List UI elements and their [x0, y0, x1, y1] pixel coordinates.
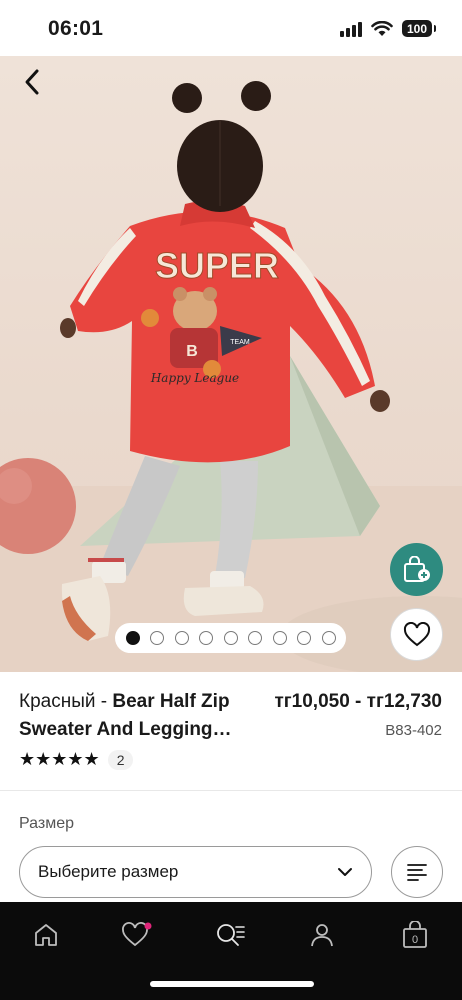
add-to-bag-button[interactable]	[390, 543, 443, 596]
carousel-dot[interactable]	[199, 631, 213, 645]
product-info: Красный - Bear Half Zip Sweater And Legg…	[0, 672, 462, 792]
carousel-dot[interactable]	[272, 631, 287, 645]
size-guide-button[interactable]	[391, 846, 443, 898]
bag-count: 0	[412, 934, 418, 946]
size-label: Размер	[19, 815, 74, 832]
carousel-dots	[115, 623, 346, 653]
wifi-icon	[371, 20, 393, 36]
product-image-carousel[interactable]: SUPER B TEAM Happy League	[0, 56, 462, 672]
heart-icon	[403, 621, 430, 646]
home-icon	[35, 924, 57, 946]
favorites-badge	[144, 922, 152, 930]
user-icon	[311, 924, 333, 947]
carousel-dot[interactable]	[297, 631, 311, 645]
add-to-favorites-button[interactable]	[390, 608, 443, 661]
status-bar: 06:01 100	[0, 0, 462, 56]
back-button[interactable]	[14, 64, 50, 100]
size-select[interactable]: Выберите размер	[19, 846, 372, 898]
carousel-dot[interactable]	[321, 631, 336, 645]
carousel-dot[interactable]	[223, 631, 238, 645]
product-sku: B83-402	[385, 722, 442, 739]
print-script: Happy League	[150, 371, 239, 385]
star-rating-icon: ★★★★★	[19, 749, 100, 769]
status-icons: 100	[340, 20, 436, 37]
print-pennant: TEAM	[230, 339, 250, 346]
heart-icon	[122, 922, 152, 947]
carousel-dot[interactable]	[125, 631, 140, 645]
product-title[interactable]: Красный - Bear Half Zip Sweater And Legg…	[19, 688, 259, 744]
bag-plus-icon	[403, 555, 430, 582]
search-icon	[217, 924, 245, 946]
signal-icon	[340, 21, 362, 37]
bag-icon: 0	[403, 921, 427, 948]
home-indicator	[150, 981, 314, 987]
nav-home[interactable]	[26, 918, 66, 952]
chevron-left-icon	[25, 69, 39, 95]
carousel-dot[interactable]	[248, 631, 262, 645]
nav-search[interactable]	[210, 918, 250, 952]
review-count: 2	[107, 749, 134, 770]
divider	[0, 790, 462, 791]
product-color: Красный -	[19, 691, 113, 712]
product-rating[interactable]: ★★★★★ 2	[19, 749, 134, 770]
print-badge: B	[186, 343, 198, 360]
chevron-down-icon	[338, 868, 352, 876]
carousel-dot[interactable]	[174, 631, 189, 645]
battery-level: 100	[406, 21, 428, 36]
nav-favorites[interactable]	[117, 918, 157, 952]
nav-account[interactable]	[302, 918, 342, 952]
print-super: SUPER	[155, 245, 279, 286]
product-price: тг10,050 - тг12,730	[274, 691, 442, 712]
size-select-placeholder: Выберите размер	[38, 862, 179, 881]
carousel-dot[interactable]	[150, 631, 164, 645]
status-time: 06:01	[48, 17, 104, 40]
nav-bag[interactable]: 0	[395, 918, 435, 952]
size-guide-icon	[407, 864, 427, 881]
battery-icon: 100	[402, 20, 436, 37]
